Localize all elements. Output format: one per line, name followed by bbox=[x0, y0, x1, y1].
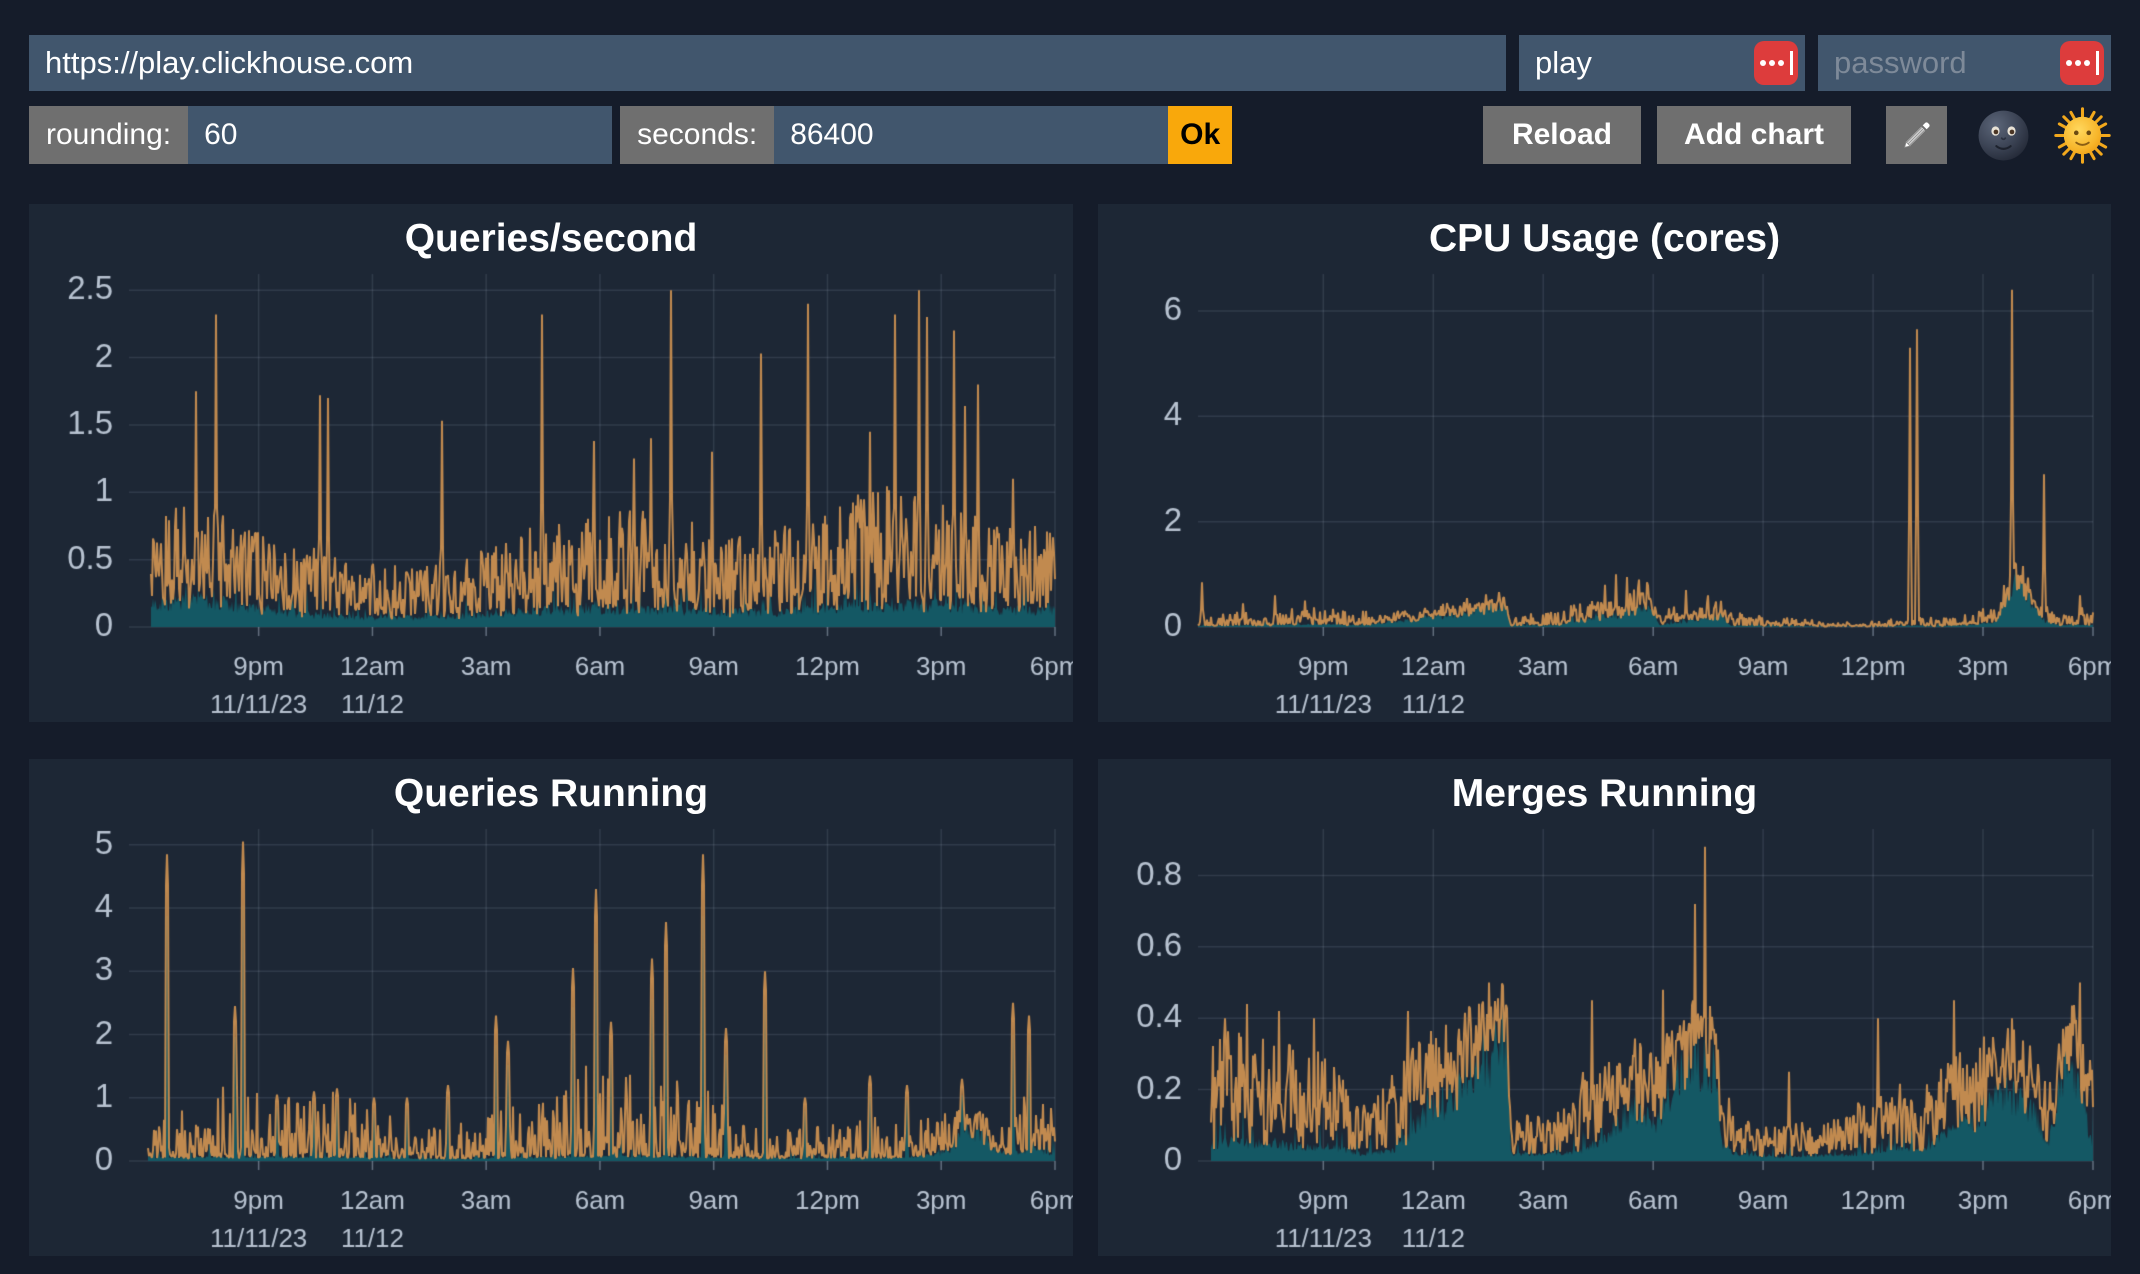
ok-button[interactable]: Ok bbox=[1168, 106, 1232, 164]
chart-title: Queries/second bbox=[29, 204, 1073, 266]
dark-theme-button[interactable] bbox=[1974, 106, 2032, 164]
chart-canvas-queries-per-second[interactable] bbox=[29, 266, 1073, 722]
add-chart-button[interactable]: Add chart bbox=[1657, 106, 1851, 164]
chart-card-merges-running: Merges Running bbox=[1098, 759, 2111, 1256]
chart-canvas-merges-running[interactable] bbox=[1098, 821, 2111, 1256]
chart-card-cpu-usage: CPU Usage (cores) bbox=[1098, 204, 2111, 722]
user-field bbox=[1519, 35, 1805, 91]
seconds-label: seconds: bbox=[620, 106, 774, 164]
connection-row bbox=[29, 35, 2111, 91]
chart-canvas-cpu-usage[interactable] bbox=[1098, 266, 2111, 722]
seconds-input[interactable] bbox=[774, 106, 1168, 164]
dashboard-page: rounding: seconds: Ok Reload Add chart bbox=[0, 0, 2140, 1274]
seconds-group: seconds: bbox=[620, 106, 1168, 164]
chart-card-queries-per-second: Queries/second bbox=[29, 204, 1073, 722]
chart-title: Queries Running bbox=[29, 759, 1073, 821]
reload-button[interactable]: Reload bbox=[1483, 106, 1641, 164]
controls-row: rounding: seconds: Ok Reload Add chart bbox=[29, 106, 2111, 164]
password-manager-icon[interactable] bbox=[2060, 41, 2104, 85]
edit-queries-button[interactable] bbox=[1886, 106, 1947, 164]
chart-card-queries-running: Queries Running bbox=[29, 759, 1073, 1256]
light-theme-button[interactable] bbox=[2053, 106, 2111, 164]
moon-face-icon bbox=[1975, 107, 2032, 164]
chart-canvas-queries-running[interactable] bbox=[29, 821, 1073, 1256]
url-input[interactable] bbox=[29, 35, 1506, 91]
chart-title: CPU Usage (cores) bbox=[1098, 204, 2111, 266]
url-field bbox=[29, 35, 1506, 91]
charts-grid: Queries/second CPU Usage (cores) Queries… bbox=[29, 204, 2111, 1256]
rounding-group: rounding: bbox=[29, 106, 612, 164]
chart-title: Merges Running bbox=[1098, 759, 2111, 821]
pencil-icon bbox=[1898, 116, 1936, 154]
rounding-input[interactable] bbox=[188, 106, 612, 164]
rounding-label: rounding: bbox=[29, 106, 188, 164]
sun-face-icon bbox=[2054, 107, 2111, 164]
password-manager-icon[interactable] bbox=[1754, 41, 1798, 85]
password-field bbox=[1818, 35, 2111, 91]
